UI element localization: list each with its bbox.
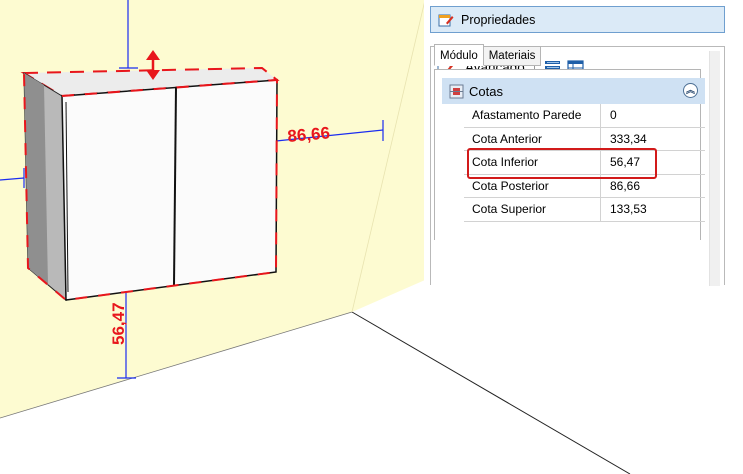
cotas-group-header[interactable]: Cotas ︽ (442, 78, 705, 104)
property-name: Afastamento Parede (464, 104, 601, 127)
highlight-box (467, 148, 657, 179)
property-row-cota-superior[interactable]: Cota Superior 133,53 (464, 198, 705, 222)
properties-panel: Propriedades Avançado Módulo Materiais C… (424, 0, 743, 286)
property-value[interactable]: 0 (601, 104, 705, 127)
tab-modulo[interactable]: Módulo (434, 44, 484, 66)
properties-header[interactable]: Propriedades (430, 6, 725, 33)
property-name: Cota Anterior (464, 127, 601, 150)
cotas-group-label: Cotas (469, 83, 503, 99)
dimension-label-bottom: 56,47 (109, 302, 128, 345)
collapse-icon[interactable]: ︽ (683, 83, 698, 98)
property-value[interactable]: 333,34 (601, 128, 705, 151)
properties-icon (438, 14, 454, 26)
tab-strip: Módulo Materiais (434, 44, 542, 66)
properties-title: Propriedades (461, 12, 536, 27)
scrollbar[interactable] (709, 51, 720, 286)
property-row-afastamento-parede[interactable]: Afastamento Parede 0 (464, 104, 705, 128)
dimensions-icon (449, 84, 464, 98)
property-value[interactable]: 133,53 (601, 198, 705, 221)
property-name: Cota Superior (464, 198, 601, 221)
cabinet[interactable] (20, 66, 280, 302)
dimension-label-right: 86,66 (287, 123, 331, 146)
cabinet-front (61, 79, 278, 301)
tab-materiais[interactable]: Materiais (482, 46, 542, 66)
